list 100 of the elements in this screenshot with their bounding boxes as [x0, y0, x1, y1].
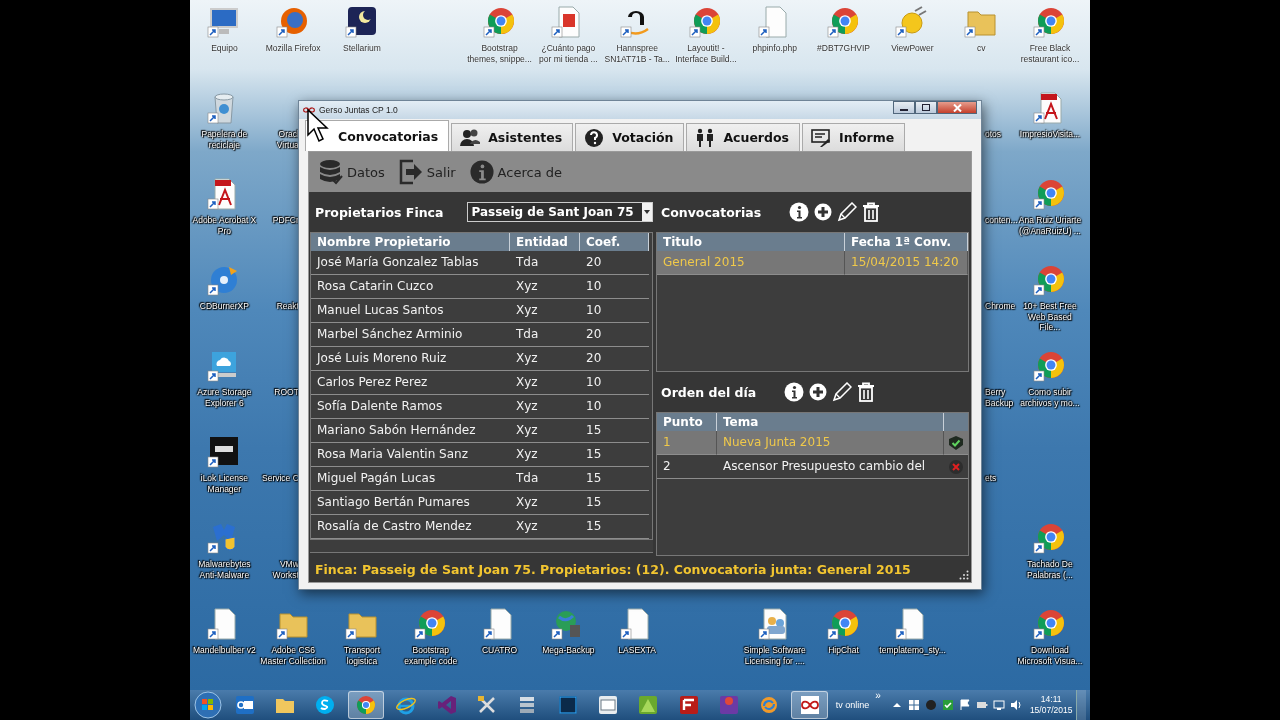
- desktop-icon-label[interactable]: Hannspree SN1AT71B - Ta...: [604, 43, 671, 64]
- desktop-icon-label[interactable]: Simple Software Licensing for ....: [741, 645, 808, 666]
- browser-icon[interactable]: [1032, 349, 1067, 383]
- tab[interactable]: Votación: [575, 123, 685, 151]
- column-header[interactable]: Coef.: [580, 233, 649, 251]
- section-label: Convocatorias: [661, 204, 762, 220]
- column-header[interactable]: Punto: [657, 413, 717, 431]
- desktop-icon-label[interactable]: Como subir archivos y mo...: [1016, 387, 1083, 408]
- desktop-icon-label[interactable]: ROOT: [274, 387, 299, 398]
- desktop-icon-label[interactable]: Service C: [262, 473, 299, 484]
- toolbar-button[interactable]: Salir: [396, 159, 458, 185]
- desktop-icon-label[interactable]: Mega-Backup: [535, 645, 602, 656]
- more-button[interactable]: »: [873, 690, 883, 701]
- dot-app-icon: [718, 695, 739, 715]
- browser-icon[interactable]: [1032, 607, 1067, 641]
- tab[interactable]: Asistentes: [451, 123, 574, 151]
- browser-icon[interactable]: [1032, 177, 1067, 211]
- desktop-icon-label[interactable]: VMw Workst: [272, 559, 299, 580]
- chat-app-icon: [315, 695, 336, 715]
- battery-icon[interactable]: [975, 699, 988, 711]
- clock-date[interactable]: 15/07/2015: [1029, 705, 1073, 716]
- column-header[interactable]: Titulo: [657, 233, 845, 251]
- desktop-icon-label[interactable]: Mandelbulber v2: [191, 645, 258, 656]
- browser-icon[interactable]: [482, 5, 517, 39]
- taskbar-button[interactable]: [791, 691, 828, 719]
- check-icon[interactable]: [941, 699, 954, 711]
- column-header[interactable]: Entidad: [510, 233, 580, 251]
- browser-icon[interactable]: [1032, 263, 1067, 297]
- desktop-icon-label[interactable]: CUATRO: [466, 645, 533, 656]
- toolbar-button[interactable]: Datos: [317, 159, 387, 185]
- clock-time[interactable]: 14:11: [1040, 694, 1062, 705]
- start-button[interactable]: [194, 691, 223, 719]
- info-button[interactable]: [789, 202, 810, 222]
- desktop-icon-label[interactable]: ViewPower: [879, 43, 946, 54]
- sync-icon: [759, 695, 780, 715]
- people-icon: [460, 127, 481, 148]
- desktop-icon-label[interactable]: LASEXTA: [604, 645, 671, 656]
- desktop-icon-label[interactable]: iLok License Manager: [191, 473, 258, 494]
- browser-icon: [396, 695, 417, 715]
- desktop-icon-label[interactable]: ¿Cuánto pago por mi tienda ...: [535, 43, 602, 64]
- volume-icon[interactable]: [1009, 699, 1022, 711]
- tab[interactable]: Acuerdos: [686, 123, 800, 151]
- code-editor-icon: [436, 695, 457, 715]
- desktop-icon-label[interactable]: HipChat: [810, 645, 877, 656]
- desktop-icon-label[interactable]: Mozilla Firefox: [260, 43, 327, 54]
- browser-icon[interactable]: [413, 607, 448, 641]
- desktop-icon-label[interactable]: ets: [985, 473, 997, 484]
- browser-icon[interactable]: [1032, 5, 1067, 39]
- desktop-icon-label[interactable]: Equipo: [191, 43, 258, 54]
- file-transfer-icon: [678, 695, 699, 715]
- tab[interactable]: Informe: [802, 123, 906, 151]
- taskbar-button[interactable]: [347, 691, 384, 719]
- delete-button[interactable]: [856, 382, 877, 402]
- desktop-icon-label[interactable]: Layoutit! - Interface Build...: [672, 43, 739, 64]
- edit-button[interactable]: [837, 202, 858, 222]
- desktop-icon-label[interactable]: Tachado De Palabras (...: [1016, 559, 1083, 580]
- building-dropdown[interactable]: Passeig de Sant Joan 75: [467, 202, 653, 222]
- desktop-icon-label[interactable]: templatemo_sty...: [879, 645, 946, 656]
- desktop-icon-label[interactable]: Azure Storage Explorer 6: [191, 387, 258, 408]
- column-header[interactable]: Fecha 1ª Conv.: [845, 233, 968, 251]
- windows-flag-icon[interactable]: [907, 699, 920, 711]
- maximize-icon: [922, 104, 930, 111]
- flag-icon[interactable]: [958, 699, 971, 711]
- tab[interactable]: Convocatorias: [305, 120, 450, 151]
- resize-grip-icon[interactable]: [959, 570, 969, 580]
- browser-icon[interactable]: [1032, 521, 1067, 555]
- desktop-icon-label[interactable]: cv: [948, 43, 1015, 54]
- close-icon: [952, 103, 962, 112]
- network-icon[interactable]: [992, 699, 1005, 711]
- edit-button[interactable]: [832, 382, 853, 402]
- desktop-icon-label[interactable]: Stellarium: [329, 43, 395, 54]
- section-label: Orden del día: [661, 384, 757, 400]
- desktop-icon-label[interactable]: Malwarebytes Anti-Malware: [191, 559, 258, 580]
- report-icon: [811, 127, 831, 148]
- moon-icon[interactable]: [345, 5, 379, 39]
- toolbar-button[interactable]: Acerca de: [467, 159, 564, 185]
- desktop-icon-label[interactable]: Transport logistica: [329, 645, 395, 666]
- close-button[interactable]: [937, 101, 977, 114]
- tray-app-icon[interactable]: [924, 699, 937, 711]
- add-button[interactable]: [813, 202, 834, 222]
- info-button[interactable]: [784, 382, 805, 402]
- column-header[interactable]: Tema: [717, 413, 944, 431]
- minimize-button[interactable]: [893, 101, 915, 114]
- browser-icon[interactable]: [826, 607, 861, 641]
- desktop-icon-label[interactable]: Adobe CS6 Master Collection: [260, 645, 327, 666]
- browser-icon[interactable]: [826, 5, 861, 39]
- delete-button[interactable]: [861, 202, 882, 222]
- exit-icon: [398, 159, 423, 185]
- desktop-icon-label[interactable]: Bootstrap themes, snippe...: [466, 43, 533, 64]
- desktop-icon-label[interactable]: Berry Backup: [985, 387, 1014, 408]
- desktop-icon-label[interactable]: #DBT7GHVIP: [810, 43, 877, 54]
- people-icon: [695, 127, 716, 148]
- desktop-icon-label[interactable]: Download Microsoft Visua...: [1016, 645, 1083, 666]
- browser-icon[interactable]: [688, 5, 723, 39]
- desktop-icon-label[interactable]: Free Black restaurant ico...: [1016, 43, 1083, 64]
- desktop-icon-label[interactable]: Bootstrap example code: [397, 645, 464, 666]
- add-button[interactable]: [808, 382, 829, 402]
- maximize-button[interactable]: [915, 101, 937, 114]
- desktop-icon-label[interactable]: phpinfo.php: [741, 43, 808, 54]
- column-header[interactable]: Nombre Propietario: [311, 233, 510, 251]
